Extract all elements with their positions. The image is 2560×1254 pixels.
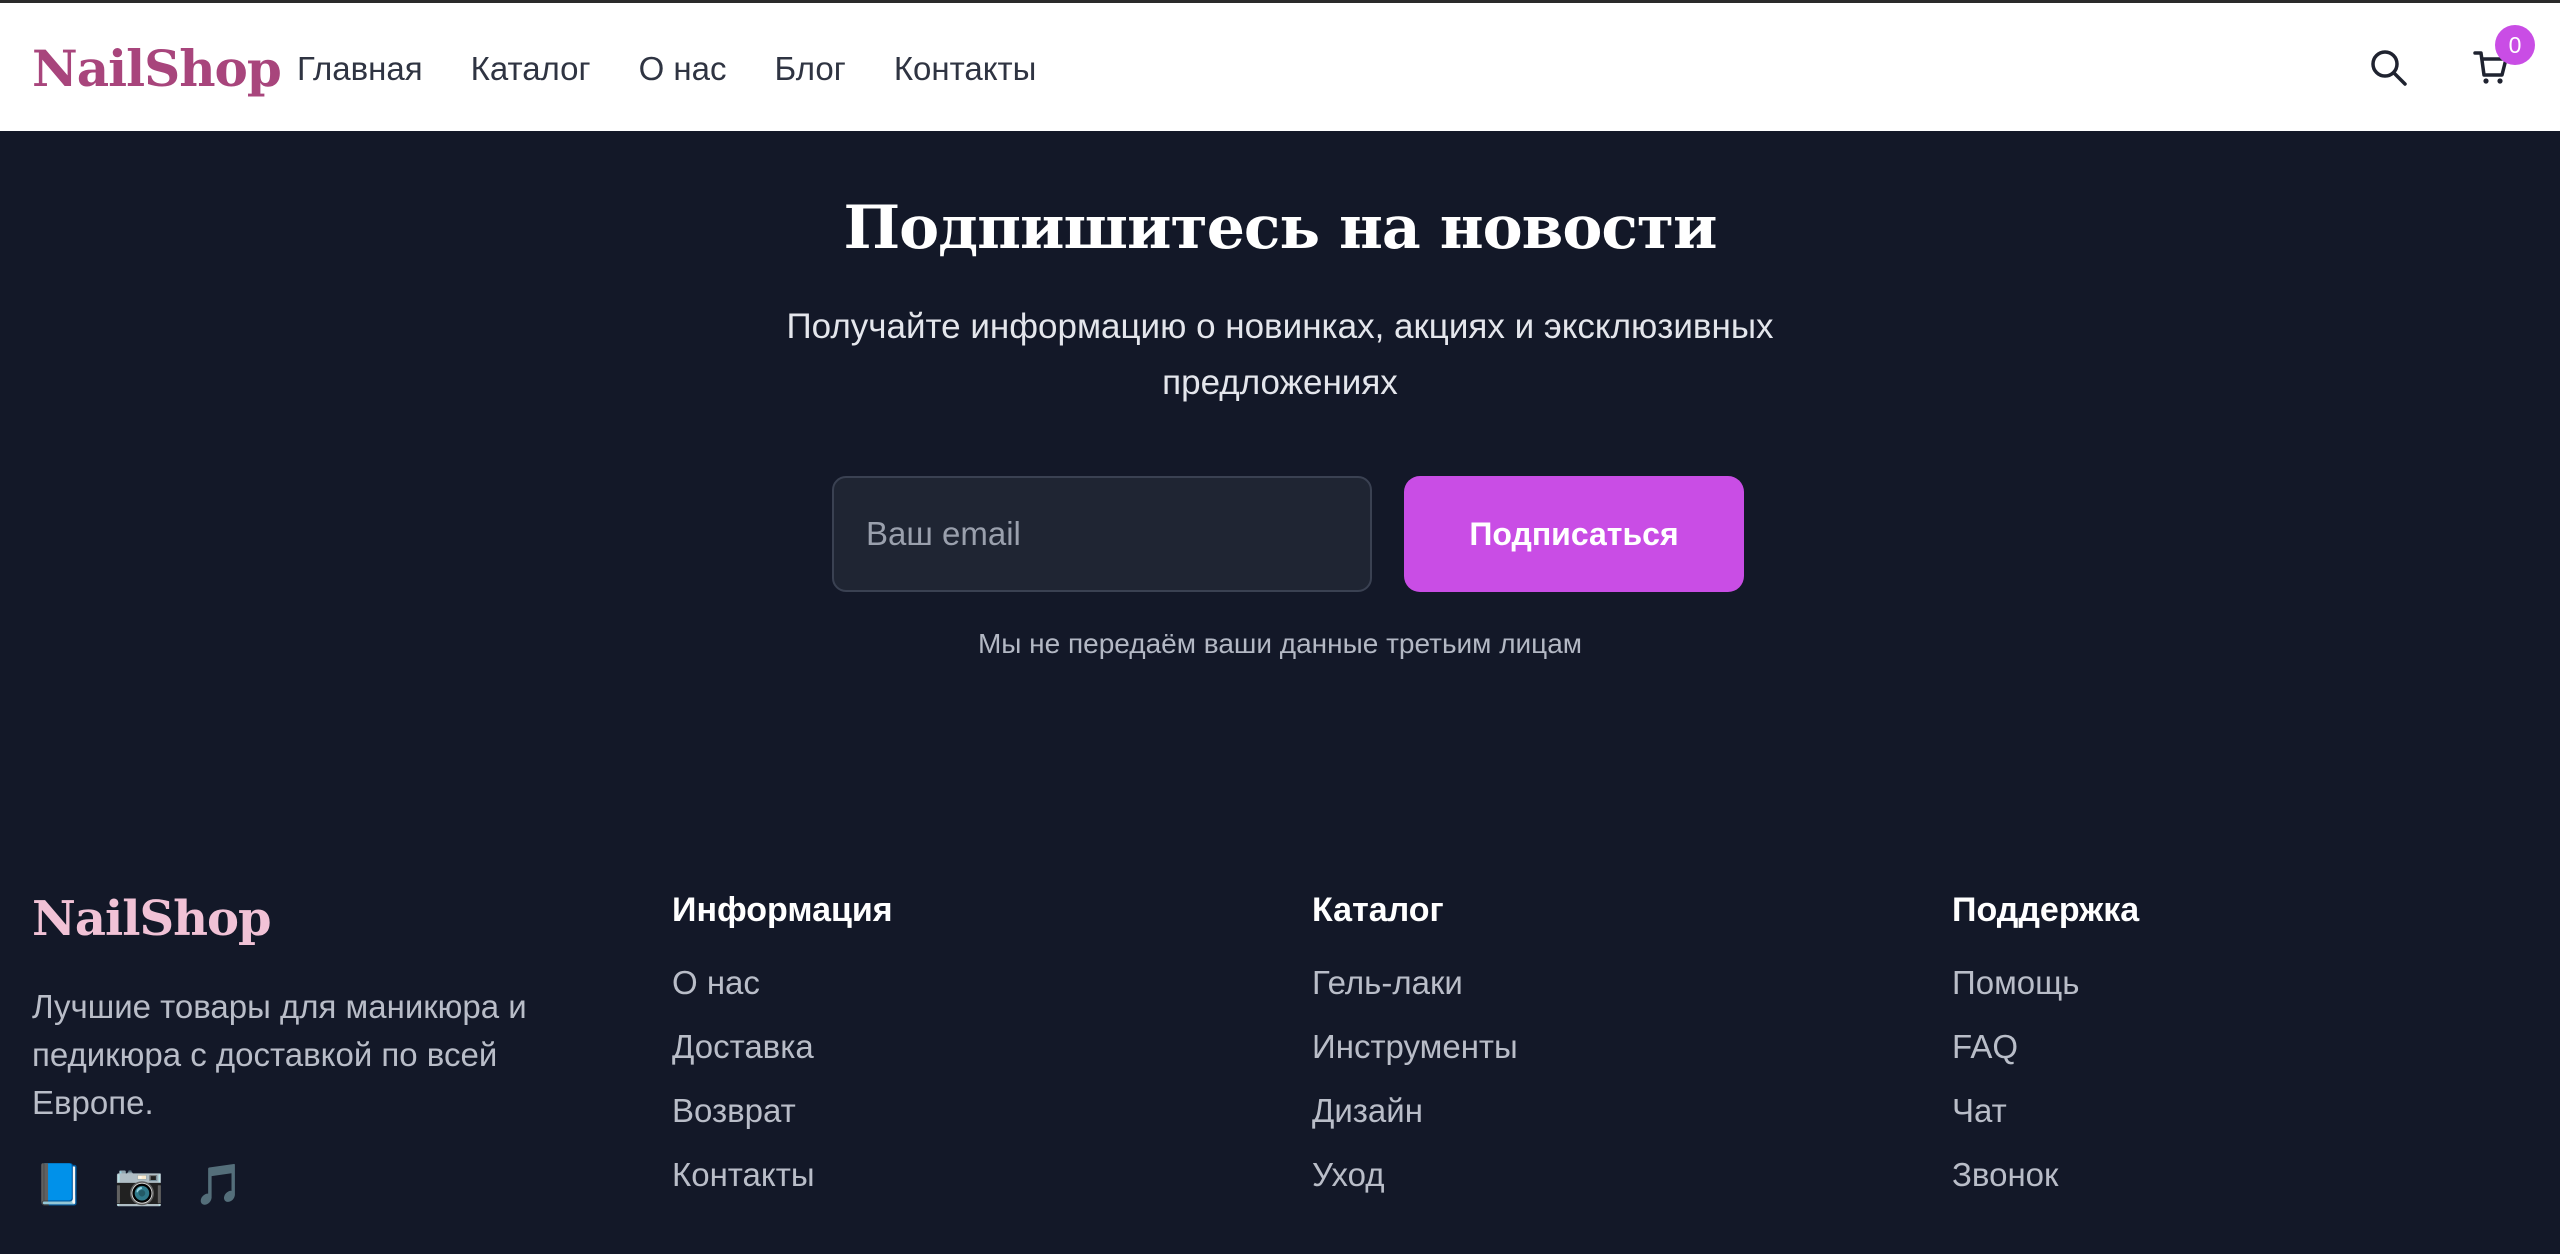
footer-column-title: Информация: [672, 891, 893, 929]
newsletter-title: Подпишитесь на новости: [843, 193, 1717, 263]
footer-column-title: Каталог: [1312, 891, 1444, 929]
footer-link[interactable]: Дизайн: [1312, 1091, 1518, 1155]
footer-link[interactable]: О нас: [672, 963, 893, 1027]
footer-link[interactable]: Возврат: [672, 1091, 893, 1155]
site-header: NailShop Главная Каталог О нас Блог Конт…: [0, 3, 2560, 131]
social-links: 📘 📷 🎵: [34, 1161, 244, 1209]
footer-description: Лучшие товары для маникюра и педикюра с …: [32, 988, 527, 1121]
email-field[interactable]: [832, 476, 1372, 592]
site-footer: NailShop Лучшие товары для маникюра и пе…: [0, 831, 2560, 1254]
instagram-icon[interactable]: 📷: [114, 1161, 164, 1209]
facebook-icon[interactable]: 📘: [34, 1161, 84, 1209]
footer-column-support: Поддержка Помощь FAQ Чат Звонок: [1952, 891, 2139, 1219]
footer-link[interactable]: Инструменты: [1312, 1027, 1518, 1091]
tiktok-icon[interactable]: 🎵: [194, 1161, 244, 1209]
footer-link[interactable]: Гель-лаки: [1312, 963, 1518, 1027]
footer-link[interactable]: FAQ: [1952, 1027, 2139, 1091]
newsletter-section: Подпишитесь на новости Получайте информа…: [0, 131, 2560, 831]
footer-brand-logo[interactable]: NailShop: [32, 891, 272, 947]
main-nav: Главная Каталог О нас Блог Контакты: [297, 50, 1084, 88]
nav-link-contacts[interactable]: Контакты: [894, 50, 1037, 88]
footer-link[interactable]: Помощь: [1952, 963, 2139, 1027]
nav-link-blog[interactable]: Блог: [775, 50, 846, 88]
footer-column-title: Поддержка: [1952, 891, 2140, 929]
cart-count-badge: 0: [2495, 25, 2535, 65]
nav-link-home[interactable]: Главная: [297, 50, 423, 88]
footer-column-info: Информация О нас Доставка Возврат Контак…: [672, 891, 893, 1219]
subscribe-button[interactable]: Подписаться: [1404, 476, 1744, 592]
newsletter-subtitle: Получайте информацию о новинках, акциях …: [786, 307, 1774, 402]
footer-link[interactable]: Чат: [1952, 1091, 2139, 1155]
footer-link[interactable]: Звонок: [1952, 1155, 2139, 1219]
privacy-note: Мы не передаём ваши данные третьим лицам: [977, 628, 1583, 659]
brand-logo[interactable]: NailShop: [32, 39, 282, 98]
footer-link[interactable]: Доставка: [672, 1027, 893, 1091]
nav-link-about[interactable]: О нас: [639, 50, 727, 88]
nav-link-catalog[interactable]: Каталог: [471, 50, 591, 88]
footer-link[interactable]: Контакты: [672, 1155, 893, 1219]
footer-column-catalog: Каталог Гель-лаки Инструменты Дизайн Ухо…: [1312, 891, 1518, 1219]
footer-link[interactable]: Уход: [1312, 1155, 1518, 1219]
search-icon[interactable]: [2368, 47, 2408, 87]
